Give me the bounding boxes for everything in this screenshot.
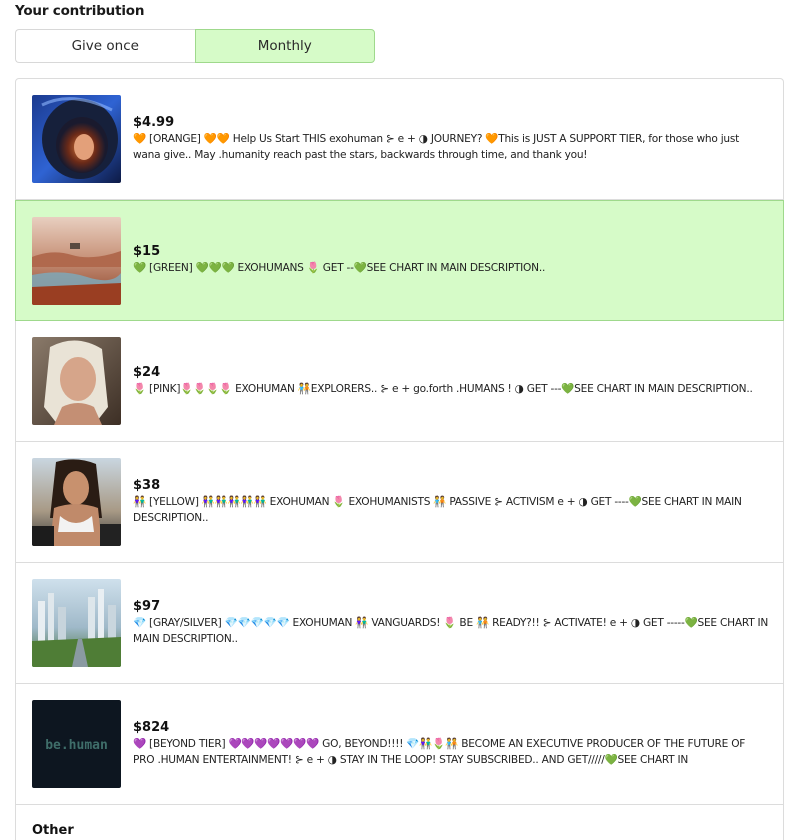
- tier-image-blonde-portrait: [32, 337, 121, 425]
- tier-description: 👫 [YELLOW] 👫👫👫👫👫 EXOHUMAN 🌷 EXOHUMANISTS…: [133, 495, 742, 525]
- tier-image-desert: [32, 217, 121, 305]
- monthly-button[interactable]: Monthly: [194, 29, 375, 63]
- tier-description: 💜 [BEYOND TIER] 💜💜💜💜💜💜💜 GO, BEYOND!!!! 💎…: [133, 737, 746, 767]
- tier-image-dark-portrait: [32, 458, 121, 546]
- contribution-title: Your contribution: [15, 3, 145, 19]
- tier-price: $24: [133, 364, 161, 380]
- tier-option[interactable]: $24 🌷 [PINK]🌷🌷🌷🌷 EXOHUMAN 🧑‍🤝‍🧑EXPLORERS…: [15, 321, 784, 442]
- give-once-button[interactable]: Give once: [15, 29, 195, 63]
- tier-list: $4.99 🧡 [ORANGE] 🧡🧡 Help Us Start THIS e…: [15, 78, 784, 805]
- tier-price: $15: [133, 244, 161, 260]
- tier-image-be-human-logo: be.human: [32, 700, 121, 788]
- be-human-logo-text: be.human: [45, 738, 108, 753]
- frequency-toggle: Give once Monthly: [15, 29, 375, 63]
- tier-price: $97: [133, 598, 161, 614]
- tier-option[interactable]: $4.99 🧡 [ORANGE] 🧡🧡 Help Us Start THIS e…: [15, 78, 784, 200]
- other-label: Other: [32, 823, 74, 838]
- tier-option[interactable]: $97 💎 [GRAY/SILVER] 💎💎💎💎💎 EXOHUMAN 👫 VAN…: [15, 563, 784, 684]
- tier-option[interactable]: $38 👫 [YELLOW] 👫👫👫👫👫 EXOHUMAN 🌷 EXOHUMAN…: [15, 442, 784, 563]
- tier-price: $38: [133, 477, 161, 493]
- tier-option[interactable]: be.human $824 💜 [BEYOND TIER] 💜💜💜💜💜💜💜 GO…: [15, 684, 784, 805]
- other-amount-option[interactable]: Other: [15, 805, 784, 840]
- tier-price: $4.99: [133, 114, 175, 130]
- tier-image-future-city: [32, 579, 121, 667]
- tier-description: 💚 [GREEN] 💚💚💚 EXOHUMANS 🌷 GET --💚SEE CHA…: [133, 262, 546, 275]
- tier-description: 🧡 [ORANGE] 🧡🧡 Help Us Start THIS exohuma…: [133, 132, 740, 162]
- tier-image-astronaut: [32, 95, 121, 183]
- tier-description: 🌷 [PINK]🌷🌷🌷🌷 EXOHUMAN 🧑‍🤝‍🧑EXPLORERS.. ⊱…: [133, 382, 753, 395]
- tier-option[interactable]: $15 💚 [GREEN] 💚💚💚 EXOHUMANS 🌷 GET --💚SEE…: [15, 200, 784, 321]
- tier-description: 💎 [GRAY/SILVER] 💎💎💎💎💎 EXOHUMAN 👫 VANGUAR…: [133, 616, 769, 646]
- tier-price: $824: [133, 719, 170, 735]
